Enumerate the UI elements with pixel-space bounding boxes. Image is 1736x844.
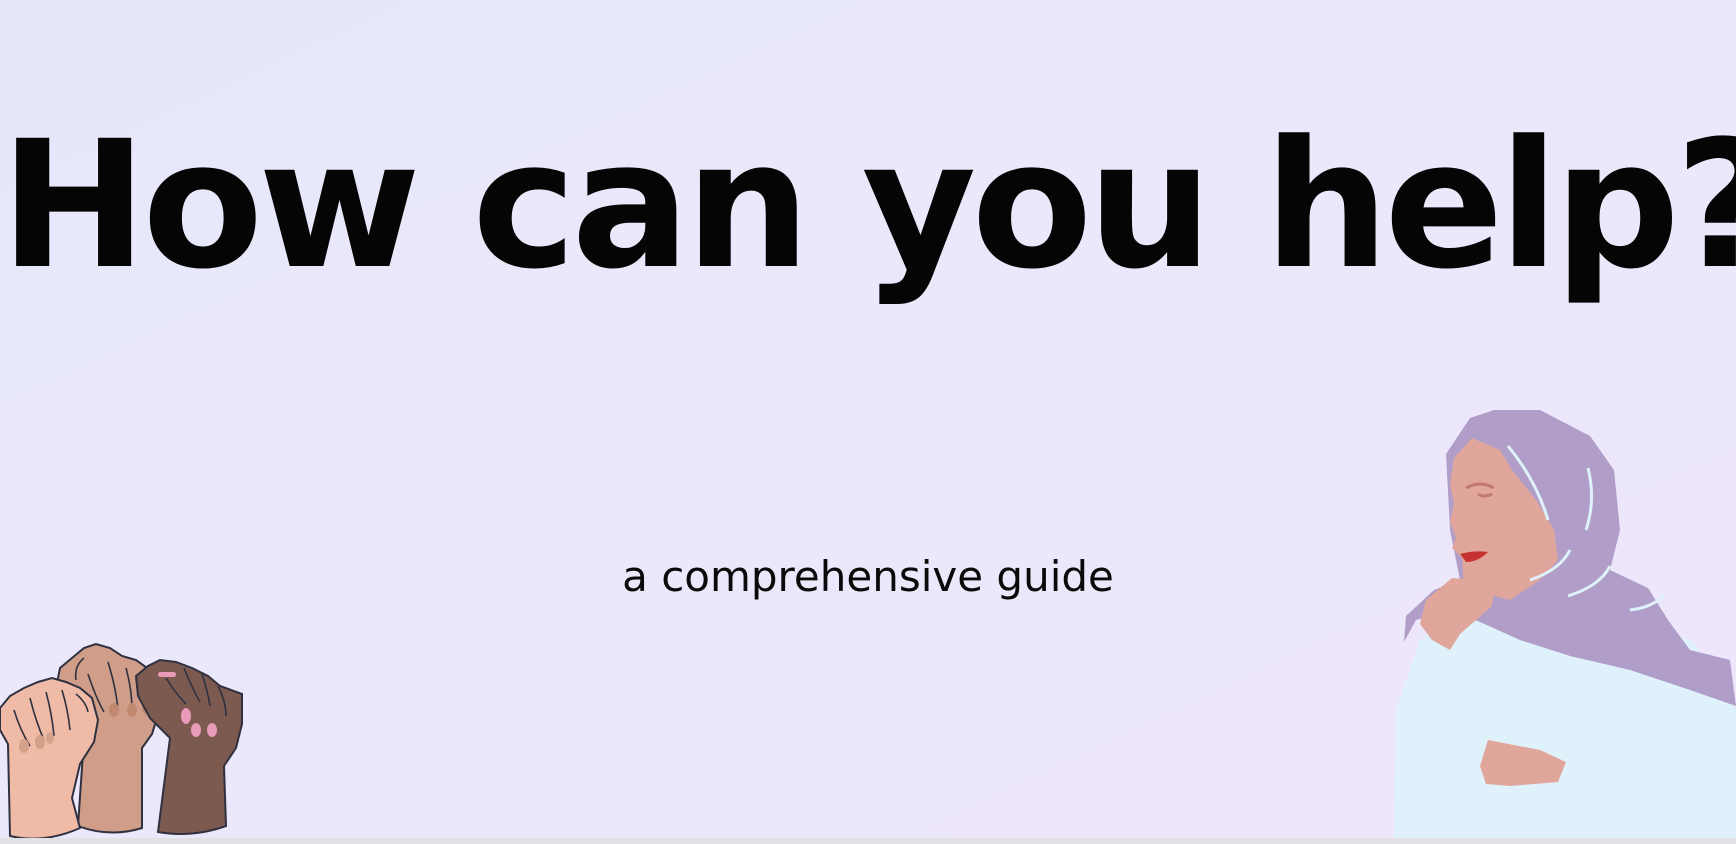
raised-fists-illustration	[0, 642, 243, 838]
bottom-scrollbar-track	[0, 838, 1736, 844]
thinking-woman-hijab-illustration	[1394, 410, 1736, 838]
slide-canvas: How can you help? a comprehensive guide	[0, 0, 1736, 838]
fist-dark-icon	[134, 658, 243, 835]
slide-title: How can you help?	[0, 103, 1736, 308]
